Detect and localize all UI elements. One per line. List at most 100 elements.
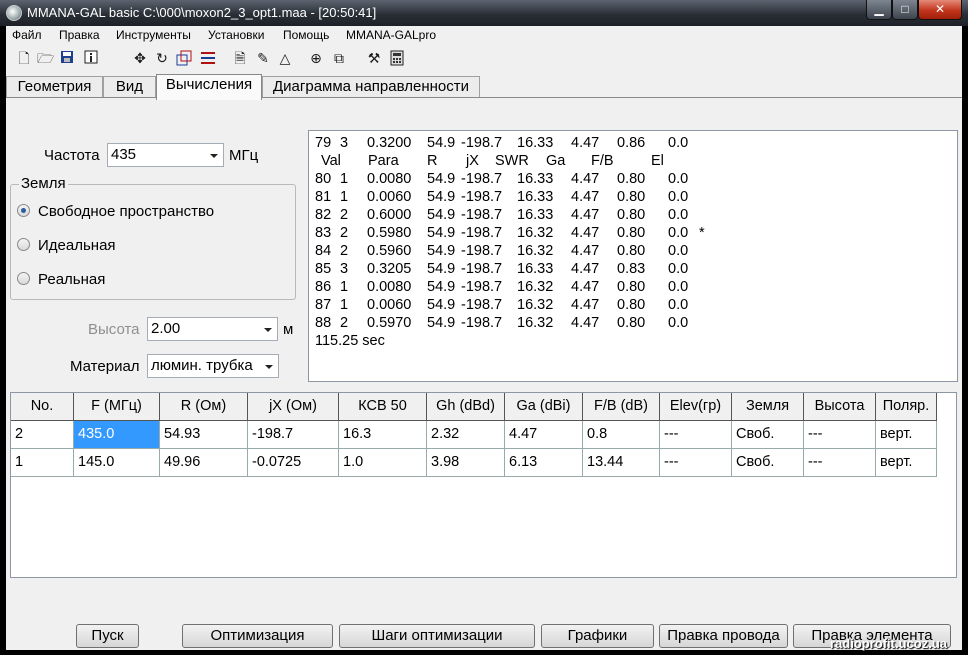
minimize-button[interactable]: ▁ (866, 0, 892, 20)
radio-icon[interactable] (17, 238, 30, 251)
toolbar: 🗋 🗁 ✥ ↻ 🗎 ✎ △ ⊕ ⧉ ⚒ (6, 46, 962, 72)
table-cell[interactable]: 49.96 (160, 449, 248, 477)
height-label: Высота (88, 321, 140, 338)
menu-settings[interactable]: Установки (208, 28, 264, 42)
scale-icon[interactable] (176, 50, 192, 66)
height-unit: м (283, 321, 294, 338)
height-combo[interactable]: 2.00 (147, 317, 278, 341)
info-icon[interactable] (83, 50, 99, 66)
start-button[interactable]: Пуск (76, 624, 139, 648)
ground-option-ideal[interactable]: Идеальная (17, 237, 116, 254)
table-cell[interactable]: -198.7 (248, 421, 339, 449)
calculation-panel: Частота 435 МГц Земля Свободное простран… (6, 98, 962, 618)
table-cell[interactable]: 2.32 (427, 421, 505, 449)
document-icon[interactable]: 🗎 (232, 50, 248, 66)
tab-calculation[interactable]: Вычисления (156, 74, 262, 100)
column-header[interactable]: jX (Ом) (248, 393, 339, 421)
menu-bar: Файл Правка Инструменты Установки Помощь… (6, 26, 962, 45)
menu-mmana-galpro[interactable]: MMANA-GALpro (346, 28, 436, 42)
menu-edit[interactable]: Правка (59, 28, 100, 42)
height-value: 2.00 (151, 320, 181, 337)
window-title: MMANA-GAL basic C:\000\moxon2_3_opt1.maa… (27, 5, 377, 20)
material-combo[interactable]: люмин. трубка (147, 354, 279, 378)
graphs-button[interactable]: Графики (541, 624, 654, 648)
maximize-button[interactable]: □ (892, 0, 918, 20)
chevron-down-icon[interactable] (210, 154, 218, 158)
column-header[interactable]: No. (11, 393, 74, 421)
table-cell[interactable]: верт. (876, 449, 937, 477)
table-cell[interactable]: 1 (11, 449, 74, 477)
edit-wire-button[interactable]: Правка провода (659, 624, 788, 648)
table-cell[interactable]: --- (804, 421, 876, 449)
client-area: Файл Правка Инструменты Установки Помощь… (6, 26, 962, 650)
table-cell[interactable]: --- (804, 449, 876, 477)
title-bar[interactable]: MMANA-GAL basic C:\000\moxon2_3_opt1.maa… (0, 0, 968, 26)
tab-geometry[interactable]: Геометрия (6, 76, 103, 98)
column-header[interactable]: F/B (dB) (583, 393, 660, 421)
column-header[interactable]: Поляр. (876, 393, 937, 421)
ground-option-free-space[interactable]: Свободное пространство (17, 203, 214, 220)
crosshair-icon[interactable]: ⊕ (308, 50, 324, 66)
optimization-output[interactable]: 79 3 0.3200 54.9 -198.7 16.33 4.47 0.86 … (308, 130, 958, 382)
move-icon[interactable]: ✥ (132, 50, 148, 66)
output-header: Val Para R jX SWR Ga F/B El (321, 153, 664, 169)
table-cell[interactable]: 4.47 (505, 421, 583, 449)
optimization-button[interactable]: Оптимизация (182, 624, 333, 648)
column-header[interactable]: Elev(гр) (660, 393, 732, 421)
table-cell[interactable]: 16.3 (339, 421, 427, 449)
table-cell[interactable]: 2 (11, 421, 74, 449)
calculator-icon[interactable] (389, 50, 405, 66)
wires-icon[interactable] (200, 50, 216, 66)
table-cell[interactable]: 13.44 (583, 449, 660, 477)
triangle-icon[interactable]: △ (277, 50, 293, 66)
table-cell[interactable]: --- (660, 421, 732, 449)
copy-icon[interactable]: ⧉ (331, 50, 347, 66)
table-cell[interactable]: 3.98 (427, 449, 505, 477)
app-icon (6, 5, 22, 21)
new-file-icon[interactable]: 🗋 (16, 50, 32, 66)
table-cell[interactable]: 0.8 (583, 421, 660, 449)
column-header[interactable]: Gh (dBd) (427, 393, 505, 421)
pen-icon[interactable]: ✎ (255, 50, 271, 66)
table-cell[interactable]: -0.0725 (248, 449, 339, 477)
table-cell[interactable]: Своб. (732, 449, 804, 477)
save-icon[interactable] (59, 50, 75, 66)
table-cell[interactable]: 54.93 (160, 421, 248, 449)
tab-pattern[interactable]: Диаграмма направленности (262, 76, 480, 98)
column-header[interactable]: Высота (804, 393, 876, 421)
rotate-icon[interactable]: ↻ (154, 50, 170, 66)
table-cell[interactable]: 6.13 (505, 449, 583, 477)
table-cell[interactable]: 1.0 (339, 449, 427, 477)
tools-icon[interactable]: ⚒ (366, 50, 382, 66)
optimization-steps-button[interactable]: Шаги оптимизации (339, 624, 535, 648)
table-cell[interactable]: 435.0 (74, 421, 160, 449)
frequency-combo[interactable]: 435 (107, 143, 224, 167)
radio-icon[interactable] (17, 272, 30, 285)
ground-groupbox: Земля Свободное пространство Идеальная Р… (10, 175, 296, 300)
column-header[interactable]: Ga (dBi) (505, 393, 583, 421)
frequency-value: 435 (111, 146, 137, 163)
tab-view[interactable]: Вид (103, 76, 156, 98)
material-value: люмин. трубка (151, 357, 253, 374)
radio-checked-icon[interactable] (17, 204, 30, 217)
table-cell[interactable]: 145.0 (74, 449, 160, 477)
close-button[interactable]: ✕ (918, 0, 962, 20)
column-header[interactable]: R (Ом) (160, 393, 248, 421)
menu-help[interactable]: Помощь (283, 28, 329, 42)
table-cell[interactable]: верт. (876, 421, 937, 449)
chevron-down-icon[interactable] (264, 328, 272, 332)
ground-option-real[interactable]: Реальная (17, 271, 105, 288)
results-table[interactable]: No. F (МГц) R (Ом) jX (Ом) КСВ 50 Gh (dBd) Ga … (10, 392, 957, 578)
tab-strip: Геометрия Вид Вычисления Диаграмма напра… (6, 74, 962, 100)
table-cell[interactable]: --- (660, 449, 732, 477)
menu-file[interactable]: Файл (12, 28, 42, 42)
watermark: radioprofit.ucoz.ua (830, 636, 947, 651)
table-cell[interactable]: Своб. (732, 421, 804, 449)
column-header[interactable]: Земля (732, 393, 804, 421)
column-header[interactable]: КСВ 50 (339, 393, 427, 421)
open-folder-icon[interactable]: 🗁 (37, 50, 54, 66)
ground-legend: Земля (19, 175, 68, 192)
column-header[interactable]: F (МГц) (74, 393, 160, 421)
chevron-down-icon[interactable] (265, 365, 273, 369)
menu-tools[interactable]: Инструменты (116, 28, 191, 42)
